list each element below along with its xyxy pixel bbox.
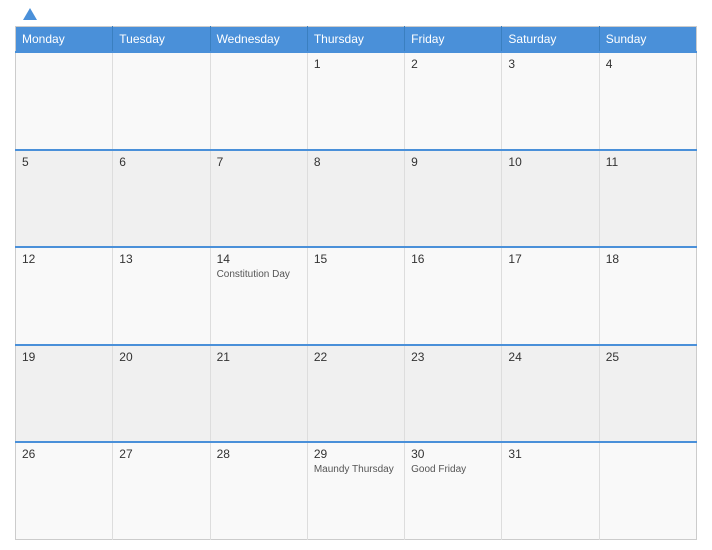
calendar-day-cell: 12 [16,247,113,345]
day-number: 22 [314,350,398,364]
calendar-week-row: 12 13 14 Constitution Day 15 16 17 18 [16,247,697,345]
calendar-week-row: 26 27 28 29 Maundy Thursday 30 Good Friday 31 [16,442,697,540]
day-of-week-header: Monday [16,27,113,53]
calendar-day-cell: 1 [307,52,404,150]
calendar-day-cell: 22 [307,345,404,443]
day-number: 2 [411,57,495,71]
calendar-day-cell: 27 [113,442,210,540]
calendar-day-cell: 30 Good Friday [405,442,502,540]
day-number: 4 [606,57,690,71]
day-number: 15 [314,252,398,266]
calendar-day-cell: 13 [113,247,210,345]
calendar-day-cell: 26 [16,442,113,540]
day-number: 14 [217,252,301,266]
day-number: 21 [217,350,301,364]
calendar-day-cell [113,52,210,150]
calendar-day-cell: 11 [599,150,696,248]
logo-triangle-icon [23,8,37,20]
day-number: 26 [22,447,106,461]
calendar-day-cell [599,442,696,540]
day-number: 29 [314,447,398,461]
day-number: 25 [606,350,690,364]
day-number: 11 [606,155,690,169]
day-number: 28 [217,447,301,461]
day-of-week-header: Sunday [599,27,696,53]
day-number: 30 [411,447,495,461]
day-of-week-header: Saturday [502,27,599,53]
day-of-week-header: Thursday [307,27,404,53]
day-number: 6 [119,155,203,169]
day-of-week-header: Tuesday [113,27,210,53]
day-number: 9 [411,155,495,169]
day-number: 18 [606,252,690,266]
day-number: 16 [411,252,495,266]
event-label: Maundy Thursday [314,463,398,476]
day-number: 12 [22,252,106,266]
day-number: 7 [217,155,301,169]
calendar-day-cell: 4 [599,52,696,150]
calendar-day-cell: 31 [502,442,599,540]
calendar-table: MondayTuesdayWednesdayThursdayFridaySatu… [15,26,697,540]
calendar-day-cell: 5 [16,150,113,248]
calendar-day-cell: 21 [210,345,307,443]
calendar-day-cell: 14 Constitution Day [210,247,307,345]
event-label: Good Friday [411,463,495,476]
day-number: 27 [119,447,203,461]
calendar-day-cell: 3 [502,52,599,150]
calendar-day-cell: 16 [405,247,502,345]
day-number: 24 [508,350,592,364]
calendar-day-cell: 24 [502,345,599,443]
calendar-day-cell: 17 [502,247,599,345]
day-number: 19 [22,350,106,364]
calendar-week-row: 19 20 21 22 23 24 25 [16,345,697,443]
day-number: 13 [119,252,203,266]
calendar-day-cell [210,52,307,150]
day-number: 5 [22,155,106,169]
calendar-day-cell: 18 [599,247,696,345]
calendar-day-cell: 29 Maundy Thursday [307,442,404,540]
calendar-day-cell: 20 [113,345,210,443]
calendar-header-row: MondayTuesdayWednesdayThursdayFridaySatu… [16,27,697,53]
header [15,10,697,20]
calendar-day-cell [16,52,113,150]
day-number: 31 [508,447,592,461]
day-of-week-header: Wednesday [210,27,307,53]
calendar-day-cell: 23 [405,345,502,443]
calendar-day-cell: 28 [210,442,307,540]
calendar-week-row: 56789 10 11 [16,150,697,248]
calendar-day-cell: 15 [307,247,404,345]
calendar-day-cell: 10 [502,150,599,248]
event-label: Constitution Day [217,268,301,281]
calendar-day-cell: 9 [405,150,502,248]
calendar-day-cell: 6 [113,150,210,248]
page: MondayTuesdayWednesdayThursdayFridaySatu… [0,0,712,550]
calendar-day-cell: 19 [16,345,113,443]
day-number: 3 [508,57,592,71]
day-of-week-header: Friday [405,27,502,53]
calendar-day-cell: 25 [599,345,696,443]
day-number: 10 [508,155,592,169]
calendar-week-row: 1234 [16,52,697,150]
day-number: 20 [119,350,203,364]
day-number: 1 [314,57,398,71]
day-number: 17 [508,252,592,266]
calendar-day-cell: 7 [210,150,307,248]
day-number: 23 [411,350,495,364]
calendar-day-cell: 2 [405,52,502,150]
calendar-day-cell: 8 [307,150,404,248]
logo [19,10,37,20]
day-number: 8 [314,155,398,169]
